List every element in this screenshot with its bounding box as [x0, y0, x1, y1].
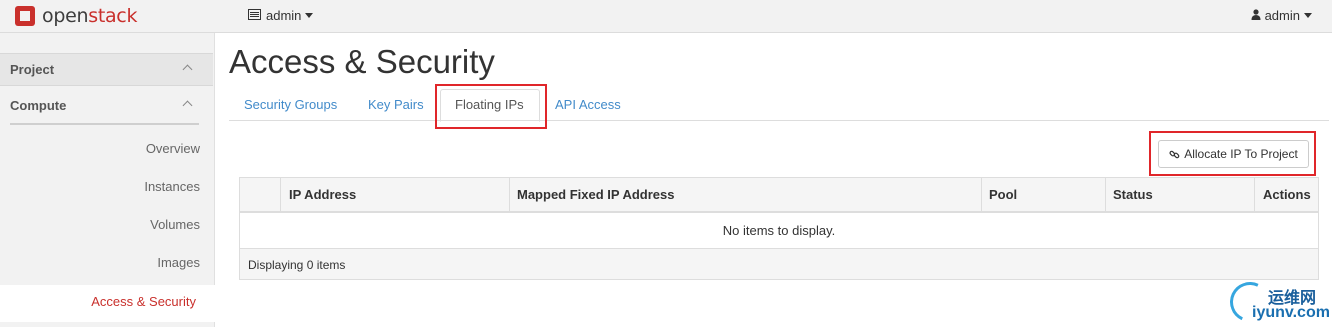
column-header-actions: Actions: [1263, 187, 1311, 202]
table-footer-count: Displaying 0 items: [240, 248, 1318, 279]
sidebar-dashboard-label: Project: [10, 62, 55, 77]
sidebar-panel-group-label: Compute: [10, 98, 67, 113]
column-separator: [981, 178, 982, 213]
column-separator: [509, 178, 510, 213]
floating-ips-table: IP Address Mapped Fixed IP Address Pool …: [239, 177, 1319, 280]
column-header-mapped-fixed-ip[interactable]: Mapped Fixed IP Address: [517, 187, 675, 202]
chevron-up-icon: [182, 100, 193, 111]
watermark-url: iyunv.com: [1252, 304, 1330, 321]
column-header-pool[interactable]: Pool: [989, 187, 1017, 202]
sidebar-dashboard-project[interactable]: Project: [0, 53, 213, 86]
column-header-ip-address[interactable]: IP Address: [289, 187, 356, 202]
sidebar-item-volumes[interactable]: Volumes: [150, 217, 200, 232]
project-selector-label: admin: [266, 8, 302, 23]
sidebar-item-images[interactable]: Images: [157, 255, 200, 270]
highlight-box-button: [1149, 131, 1316, 176]
table-header: IP Address Mapped Fixed IP Address Pool …: [240, 178, 1318, 213]
sidebar: Project Compute Overview Instances Volum…: [0, 33, 215, 327]
column-separator: [1254, 178, 1255, 213]
caret-down-icon: [1304, 13, 1312, 18]
sidebar-item-overview[interactable]: Overview: [146, 141, 200, 156]
caret-down-icon: [305, 13, 314, 18]
table-empty-message: No items to display.: [722, 223, 836, 238]
page-title: Access & Security: [229, 43, 495, 80]
sidebar-panel-group-compute[interactable]: Compute: [0, 90, 213, 123]
column-separator: [1105, 178, 1106, 213]
openstack-logo[interactable]: openstack: [14, 3, 137, 29]
user-menu-label: admin: [1264, 8, 1300, 23]
sidebar-item-access-security[interactable]: Access & Security: [91, 294, 196, 309]
divider: [10, 123, 199, 125]
tabs-divider: [229, 120, 1329, 121]
chevron-up-icon: [182, 64, 193, 75]
project-list-icon: [248, 8, 261, 23]
watermark: 运维网 iyunv.com: [1224, 276, 1332, 328]
user-menu[interactable]: admin: [1251, 8, 1312, 23]
project-selector[interactable]: admin: [248, 8, 314, 23]
brand-text: openstack: [42, 5, 138, 27]
column-separator: [280, 178, 281, 213]
top-navbar: openstack admin admin: [0, 0, 1332, 33]
sidebar-item-instances[interactable]: Instances: [144, 179, 200, 194]
highlight-box-tab: [435, 84, 547, 129]
tab-key-pairs[interactable]: Key Pairs: [368, 97, 424, 112]
column-header-status[interactable]: Status: [1113, 187, 1153, 202]
tab-security-groups[interactable]: Security Groups: [244, 97, 337, 112]
tab-api-access[interactable]: API Access: [555, 97, 621, 112]
user-icon: [1251, 8, 1261, 23]
openstack-logo-icon: [14, 5, 36, 27]
